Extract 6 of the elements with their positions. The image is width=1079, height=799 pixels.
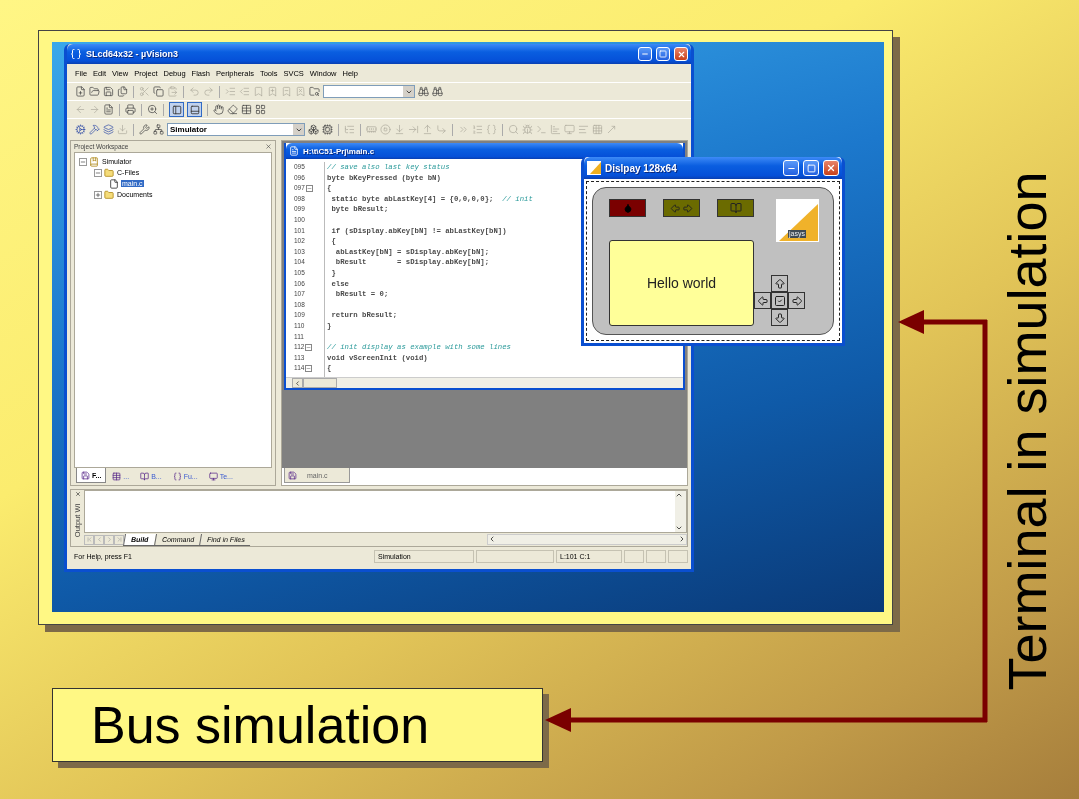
side-label: Terminal in simulation <box>1000 171 1054 691</box>
window-title: SLcd64x32 - µVision3 <box>86 49 180 59</box>
window-title: Dislpay 128x64 <box>605 162 678 174</box>
lcd-screen: Hello world <box>609 240 754 326</box>
target-dropdown[interactable]: Simulator <box>167 123 305 136</box>
editor-title: H:\t\C51-Prj\main.c <box>303 146 376 156</box>
